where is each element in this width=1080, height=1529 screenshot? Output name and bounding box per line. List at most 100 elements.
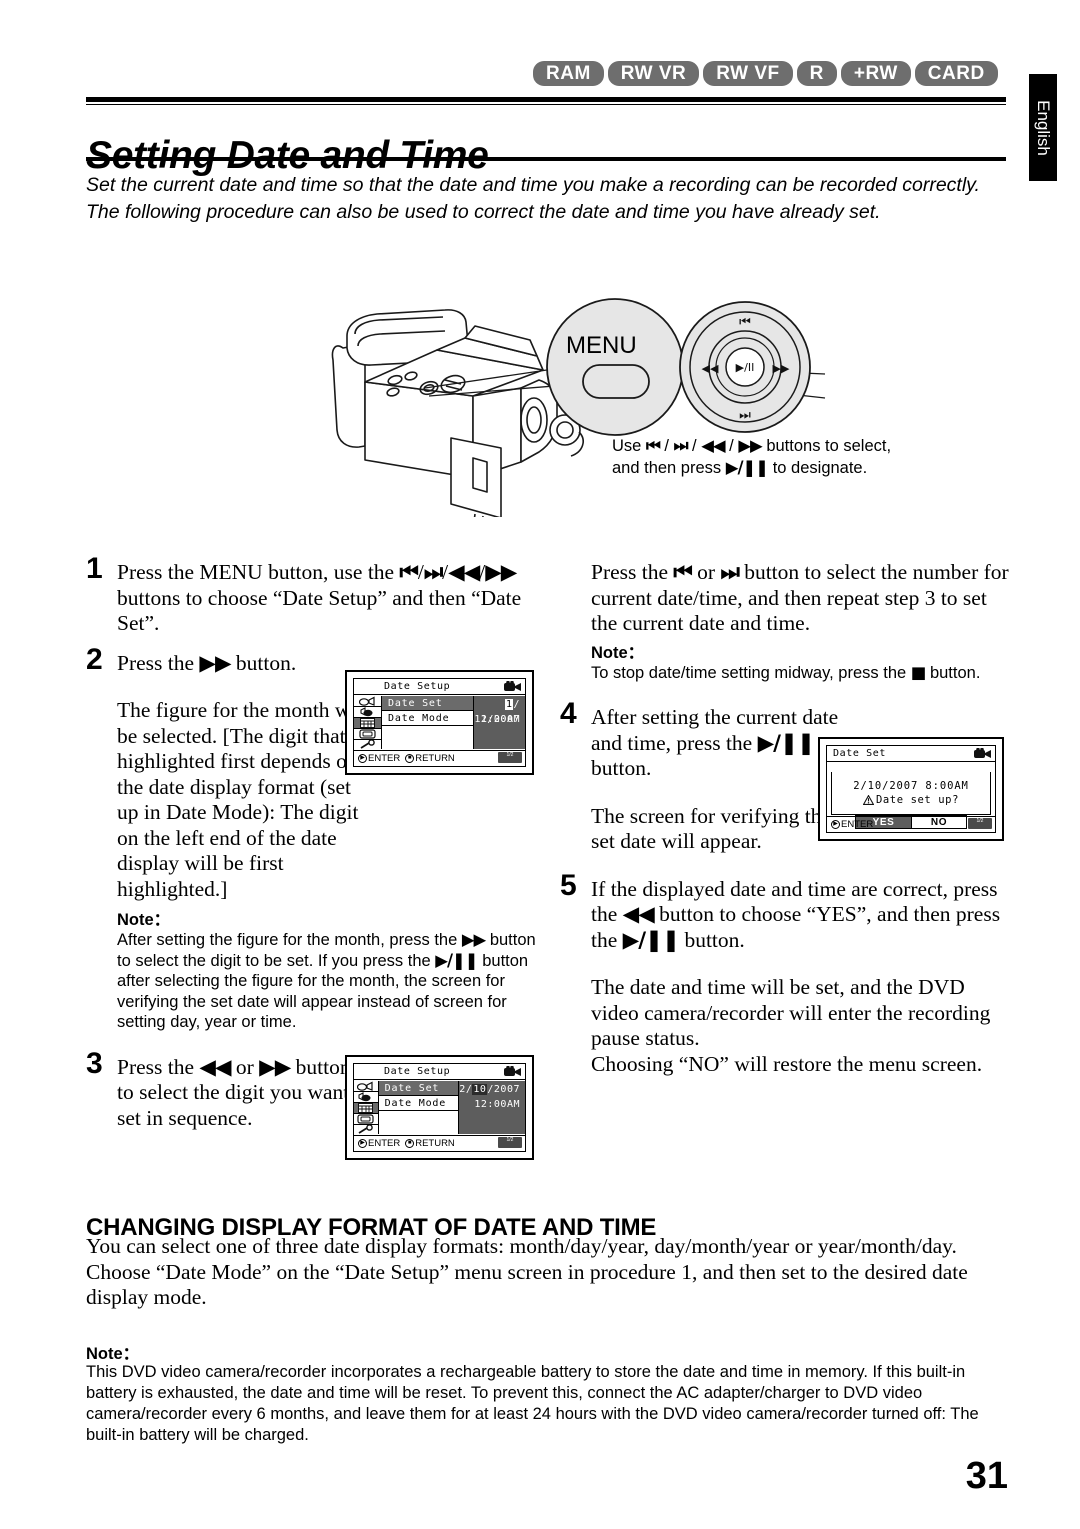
page-number: 31 xyxy=(965,1455,1008,1497)
lcd1-icon-sidebar xyxy=(354,696,382,749)
step-4-text-b: button. xyxy=(591,756,652,780)
play-pause-icon: ▶/❚❚ xyxy=(757,730,815,756)
fast-forward-icon: ▶▶ xyxy=(199,650,231,676)
step-2-note-label: Note： xyxy=(117,911,171,929)
play-icon: ▶ xyxy=(358,1139,367,1148)
lcd-screen-date-set-confirm: Date Set 2/10/2007 8:00AM Date set up? Y… xyxy=(818,737,1004,841)
step-3r-text-a: Press the xyxy=(591,560,674,584)
warning-triangle-icon xyxy=(862,795,874,805)
lcd1-menu-list: Date Set Date Mode xyxy=(382,696,474,749)
lcd2-row-date-mode[interactable]: Date Mode xyxy=(378,1096,459,1111)
video-camera-icon xyxy=(504,681,521,691)
step-3-text: Press the ◀◀ or ▶▶ button to select the … xyxy=(117,1055,372,1132)
figure-caption: Use ⏮ / ⏭ / ◀◀ / ▶▶ buttons to select, a… xyxy=(612,436,892,477)
step-5-paragraph-1: The date and time will be set, and the D… xyxy=(591,975,991,1050)
rewind-icon: ◀◀ xyxy=(448,560,480,585)
lcd2-date-value: 2/10/2007 xyxy=(459,1082,520,1097)
badge-plus-rw: +RW xyxy=(840,61,911,86)
step-2-note-a: After setting the figure for the month, … xyxy=(117,931,462,949)
lcd1-time-value: 12:00AM xyxy=(474,714,520,725)
intro-text: Set the current date and time so that th… xyxy=(86,172,1006,226)
lcd1-row-date-set[interactable]: Date Set xyxy=(382,696,473,711)
step-5-text-b: button. xyxy=(679,927,745,952)
menu-button-shape xyxy=(582,364,650,399)
badge-r: R xyxy=(796,61,837,86)
video-camera-icon xyxy=(974,748,991,758)
skip-back-icon: ⏮ xyxy=(399,560,418,585)
lcd3-enter-hint: ▶ ENTER xyxy=(831,819,873,830)
lcd2-date-highlight: 10 xyxy=(472,1084,488,1095)
lcd3-question: Date set up? xyxy=(875,794,960,806)
lcd-screen-date-setup-1: Date Setup Date Set Date Mode 1/ 1/2007 … xyxy=(345,670,534,775)
language-tab-label: English xyxy=(1034,99,1053,156)
step-3-number: 3 xyxy=(86,1046,103,1080)
step-2-paragraph: The figure for the month will be selecte… xyxy=(117,698,369,901)
play-pause-icon: ▶/❚❚ xyxy=(435,950,478,970)
lcd3-corner-tag: 1/2 xyxy=(968,818,992,829)
step-4-text: After setting the current date and time,… xyxy=(591,705,841,782)
lcd2-date-pre: 2/ xyxy=(459,1084,473,1095)
lcd2-row-date-set[interactable]: Date Set xyxy=(378,1081,459,1096)
step-3-continuation: Press the ⏮ or ⏭ button to select the nu… xyxy=(591,560,1010,637)
play-pause-icon: ▶/II xyxy=(736,361,755,374)
step-3r-note-body: To stop date/time setting midway, press … xyxy=(591,663,1010,684)
fast-forward-icon: ▶▶ xyxy=(461,930,486,949)
play-pause-icon: ▶/❚❚ xyxy=(725,458,769,477)
initial-setup-icon xyxy=(354,740,381,750)
fast-forward-icon: ▶▶ xyxy=(485,560,517,585)
step-3r-note-b: button. xyxy=(925,663,981,682)
lcd2-time-value: 12:00AM xyxy=(474,1099,520,1110)
display-setup-icon xyxy=(354,1114,378,1125)
step-1-text-b: buttons to choose “Date Setup” and then … xyxy=(117,585,522,636)
badge-rw-vf: RW VF xyxy=(703,61,793,86)
step-3r-note-label: Note： xyxy=(591,643,645,662)
camera-figure: ▶/II ⏮ ⏭ ◀◀ ▶▶ MENU xyxy=(325,292,885,517)
lcd1-date-value: 1/ 1/2007 xyxy=(474,697,520,725)
play-icon: ▶ xyxy=(358,754,367,763)
lcd1-title: Date Setup xyxy=(384,681,451,692)
lcd2-date-post: /2007 xyxy=(487,1084,520,1095)
skip-back-icon: ⏮ xyxy=(645,436,661,455)
lcd1-row-date-mode[interactable]: Date Mode xyxy=(382,711,473,726)
initial-setup-icon xyxy=(354,1125,378,1135)
section-body: You can select one of three date display… xyxy=(86,1234,968,1309)
step-2-number: 2 xyxy=(86,642,103,676)
step-3-text-a: Press the xyxy=(117,1054,200,1079)
lcd1-values: 1/ 1/2007 12:00AM xyxy=(474,696,525,749)
step-5-text: If the displayed date and time are corre… xyxy=(591,877,1010,954)
lcd2-enter-hint: ▶ ENTER xyxy=(358,1138,400,1149)
play-icon: ▶ xyxy=(831,820,840,829)
skip-forward-icon: ⏭ xyxy=(673,436,689,455)
stop-icon: ■ xyxy=(910,662,927,682)
step-4-number: 4 xyxy=(560,697,577,730)
lcd3-title: Date Set xyxy=(833,748,886,759)
lcd3-datetime: 2/10/2007 8:00AM xyxy=(853,780,969,792)
fast-forward-icon: ▶▶ xyxy=(259,1054,291,1080)
lcd2-corner-tag: 1/2 xyxy=(498,1137,522,1148)
camera-mode-icon xyxy=(354,696,381,707)
stop-icon: ■ xyxy=(405,1139,415,1148)
lcd3-dialog: 2/10/2007 8:00AM Date set up? YES NO xyxy=(827,763,995,829)
rewind-icon: ◀◀ xyxy=(622,902,655,927)
lcd1-enter-hint: ▶ ENTER xyxy=(358,753,400,764)
step-3-text-mid: or xyxy=(230,1054,260,1079)
step-4-paragraph: The screen for verifying the set date wi… xyxy=(591,803,831,854)
intro-line-2: The following procedure can also be used… xyxy=(86,201,881,223)
step-5: 5 If the displayed date and time are cor… xyxy=(560,870,1010,954)
lcd2-footer: ▶ ENTER ■ RETURN 1/2 xyxy=(354,1135,525,1151)
badge-card: CARD xyxy=(914,61,998,86)
step-2-text-b: button. xyxy=(230,650,297,675)
camera-mode-icon xyxy=(354,1081,378,1092)
lcd1-footer: ▶ ENTER ■ RETURN 1/2 xyxy=(354,750,525,766)
date-setup-icon xyxy=(354,1103,378,1114)
step-1-text-a: Press the MENU button, use the xyxy=(117,560,400,584)
step-2-text-a: Press the xyxy=(117,650,200,675)
fast-forward-icon: ▶▶ xyxy=(773,362,790,375)
step-5-paragraph-2: Choosing “NO” will restore the menu scre… xyxy=(591,1051,983,1076)
date-setup-icon xyxy=(354,718,381,729)
step-1: 1 Press the MENU button, use the ⏮/⏭/◀◀/… xyxy=(86,554,541,637)
left-column: 1 Press the MENU button, use the ⏮/⏭/◀◀/… xyxy=(86,554,541,1133)
badge-ram: RAM xyxy=(533,61,604,86)
lcd2-return-hint: ■ RETURN xyxy=(405,1138,455,1149)
display-setup-icon xyxy=(354,729,381,740)
